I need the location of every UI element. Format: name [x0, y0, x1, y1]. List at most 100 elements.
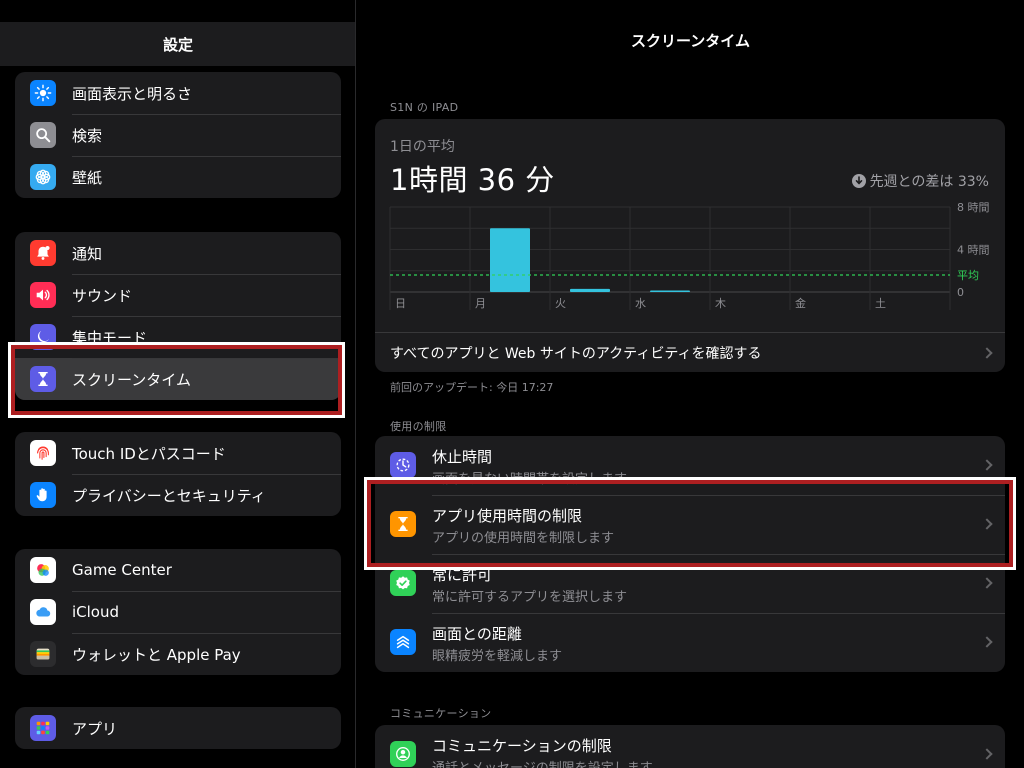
chevron-right-icon: [981, 459, 993, 471]
hourglass-icon: [390, 511, 416, 537]
chart-x-tick-label: 月: [475, 297, 486, 310]
sidebar-item-game-center[interactable]: Game Center: [15, 549, 341, 591]
sidebar-item-label: スクリーンタイム: [72, 370, 191, 389]
limit-row-communication[interactable]: コミュニケーションの制限 通話とメッセージの制限を設定します: [375, 725, 1005, 768]
distance-icon: [390, 629, 416, 655]
limit-subtitle: 常に許可するアプリを選択します: [432, 590, 628, 605]
sidebar-item-touch-id[interactable]: Touch IDとパスコード: [15, 432, 341, 474]
limit-row-app-limits[interactable]: アプリ使用時間の制限 アプリの使用時間を制限します: [375, 495, 1005, 554]
sidebar-item-screen-time[interactable]: スクリーンタイム: [15, 358, 341, 400]
limits-card: 休止時間 画面を見ない時間帯を設定します アプリ使用時間の制限 アプリの使用時間…: [375, 436, 1005, 672]
sidebar: 設定 画面表示と明るさ 検索 壁紙 通知 サウンド 集中モード スクリーンタイム…: [0, 0, 356, 768]
daily-average-value: 1時間 36 分: [390, 163, 555, 197]
checkmark-seal-icon: [390, 570, 416, 596]
apps-grid-icon: [30, 715, 56, 741]
limit-subtitle: 通話とメッセージの制限を設定します: [432, 757, 653, 768]
chart-grid: [389, 206, 951, 310]
person-circle-icon: [390, 741, 416, 767]
sun-icon: [30, 80, 56, 106]
limit-title: 常に許可: [432, 566, 493, 584]
sidebar-group-accounts: Game Center iCloud ウォレットと Apple Pay: [15, 549, 341, 675]
sidebar-group-display: 画面表示と明るさ 検索 壁紙: [15, 72, 341, 198]
all-activity-text: すべてのアプリと Web サイトのアクティビティを確認する: [390, 345, 762, 362]
sidebar-group-apps: アプリ: [15, 707, 341, 749]
limits-section-label: 使用の制限: [390, 420, 447, 433]
weekly-diff: 先週との差は 33%: [851, 171, 989, 191]
sidebar-item-icloud[interactable]: iCloud: [15, 591, 341, 633]
chart-y-tick-label: 0: [957, 286, 964, 299]
limit-title: 画面との距離: [432, 625, 522, 643]
cloud-icon: [30, 599, 56, 625]
split-divider[interactable]: [355, 0, 356, 768]
chevron-right-icon: [981, 577, 993, 589]
chart-x-tick-label: 火: [555, 297, 566, 310]
all-activity-link[interactable]: すべてのアプリと Web サイトのアクティビティを確認する: [375, 332, 1005, 372]
chart-y-ticks: 8 時間 4 時間 0: [957, 201, 990, 299]
sidebar-group-security: Touch IDとパスコード プライバシーとセキュリティ: [15, 432, 341, 516]
chevron-right-icon: [981, 748, 993, 760]
sidebar-item-label: 壁紙: [72, 168, 103, 187]
weekly-diff-text: 先週との差は 33%: [869, 174, 989, 190]
communication-card: コミュニケーションの制限 通話とメッセージの制限を設定します: [375, 725, 1005, 768]
chart-bar: [490, 228, 530, 292]
chart-y-tick-label: 8 時間: [957, 201, 990, 214]
chevron-right-icon: [981, 346, 993, 359]
chart-average-label: 平均: [957, 269, 979, 282]
sidebar-item-label: ウォレットと Apple Pay: [72, 645, 241, 664]
bell-icon: [30, 240, 56, 266]
sidebar-title: 設定: [162, 35, 193, 54]
sidebar-group-notifications: 通知 サウンド 集中モード スクリーンタイム: [15, 232, 341, 400]
chart-bars: [490, 228, 690, 292]
game-center-icon: [30, 557, 56, 583]
limit-row-always-allowed[interactable]: 常に許可 常に許可するアプリを選択します: [375, 554, 1005, 613]
sidebar-item-label: 集中モード: [72, 328, 148, 347]
usage-bar-chart[interactable]: 平均 8 時間 4 時間 0 日 月 火 水 木 金 土: [375, 199, 1005, 319]
sidebar-item-sounds[interactable]: サウンド: [15, 274, 341, 316]
sidebar-item-wallet[interactable]: ウォレットと Apple Pay: [15, 633, 341, 675]
sidebar-item-apps[interactable]: アプリ: [15, 707, 341, 749]
sidebar-item-focus[interactable]: 集中モード: [15, 316, 341, 358]
chart-x-tick-label: 金: [795, 296, 806, 310]
limit-title: アプリ使用時間の制限: [432, 507, 583, 525]
hand-icon: [30, 482, 56, 508]
sidebar-item-search[interactable]: 検索: [15, 114, 341, 156]
sidebar-item-label: 検索: [72, 126, 103, 145]
limit-title: 休止時間: [432, 448, 493, 466]
sidebar-item-label: Touch IDとパスコード: [72, 444, 226, 463]
limit-subtitle: 画面を見ない時間帯を設定します: [432, 472, 628, 487]
chart-x-tick-label: 土: [875, 297, 886, 310]
sidebar-item-label: iCloud: [72, 603, 120, 621]
sidebar-item-display-brightness[interactable]: 画面表示と明るさ: [15, 72, 341, 114]
sidebar-item-label: プライバシーとセキュリティ: [72, 486, 266, 505]
last-updated-text: 前回のアップデート: 今日 17:27: [390, 381, 554, 394]
usage-summary-card[interactable]: 1日の平均 1時間 36 分 先週との差は 33% 平均 8 時間 4 時間 0 日…: [375, 119, 1005, 372]
moon-icon: [30, 324, 56, 350]
fingerprint-icon: [30, 440, 56, 466]
chart-bar: [570, 288, 610, 292]
limit-row-screen-distance[interactable]: 画面との距離 眼精疲労を軽減します: [375, 613, 1005, 672]
sidebar-item-label: サウンド: [72, 286, 133, 305]
sidebar-item-privacy[interactable]: プライバシーとセキュリティ: [15, 474, 341, 516]
wallet-icon: [30, 641, 56, 667]
chart-x-ticks: 日月火水木金土: [395, 296, 886, 310]
main-panel: スクリーンタイム S1N の IPAD 1日の平均 1時間 36 分 先週との差…: [357, 0, 1024, 768]
flower-icon: [30, 164, 56, 190]
arrow-down-circle-icon: [851, 174, 866, 188]
speaker-icon: [30, 282, 56, 308]
sidebar-header: 設定: [0, 22, 356, 66]
sidebar-item-notifications[interactable]: 通知: [15, 232, 341, 274]
sidebar-item-label: 画面表示と明るさ: [72, 84, 193, 103]
hourglass-icon: [30, 366, 56, 392]
chevron-right-icon: [981, 636, 993, 648]
device-section-label: S1N の IPAD: [390, 101, 459, 114]
chart-bar: [650, 290, 690, 292]
sidebar-item-label: Game Center: [72, 561, 172, 579]
chart-x-tick-label: 木: [715, 297, 726, 310]
sidebar-item-wallpaper[interactable]: 壁紙: [15, 156, 341, 198]
communication-section-label: コミュニケーション: [390, 707, 492, 720]
downtime-icon: [390, 452, 416, 478]
limit-title: コミュニケーションの制限: [432, 737, 612, 755]
limit-row-downtime[interactable]: 休止時間 画面を見ない時間帯を設定します: [375, 436, 1005, 495]
chevron-right-icon: [981, 518, 993, 530]
chart-y-tick-label: 4 時間: [957, 244, 990, 257]
